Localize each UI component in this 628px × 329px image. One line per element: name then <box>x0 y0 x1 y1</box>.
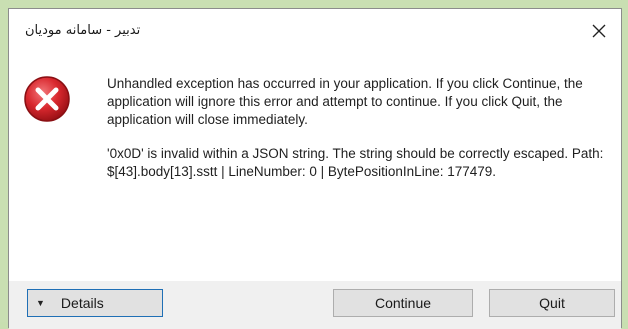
dialog-content: Unhandled exception has occurred in your… <box>9 53 621 281</box>
close-icon <box>592 24 606 38</box>
title-bar: تدبیر - سامانه مودیان <box>9 9 621 53</box>
window-title: تدبیر - سامانه مودیان <box>25 23 141 38</box>
details-button[interactable]: ▼ Details <box>27 289 163 317</box>
error-dialog: تدبیر - سامانه مودیان Unhandled exceptio… <box>8 8 622 329</box>
continue-label: Continue <box>374 295 432 311</box>
details-label: Details <box>60 295 104 311</box>
quit-label: Quit <box>539 295 565 311</box>
close-button[interactable] <box>585 17 613 45</box>
error-icon <box>24 76 70 122</box>
error-description: Unhandled exception has occurred in your… <box>107 76 583 127</box>
quit-button[interactable]: Quit <box>489 289 615 317</box>
error-message: Unhandled exception has occurred in your… <box>107 75 607 197</box>
chevron-down-icon: ▼ <box>36 298 45 308</box>
exception-details: '0x0D' is invalid within a JSON string. … <box>107 146 604 179</box>
continue-button[interactable]: Continue <box>333 289 473 317</box>
